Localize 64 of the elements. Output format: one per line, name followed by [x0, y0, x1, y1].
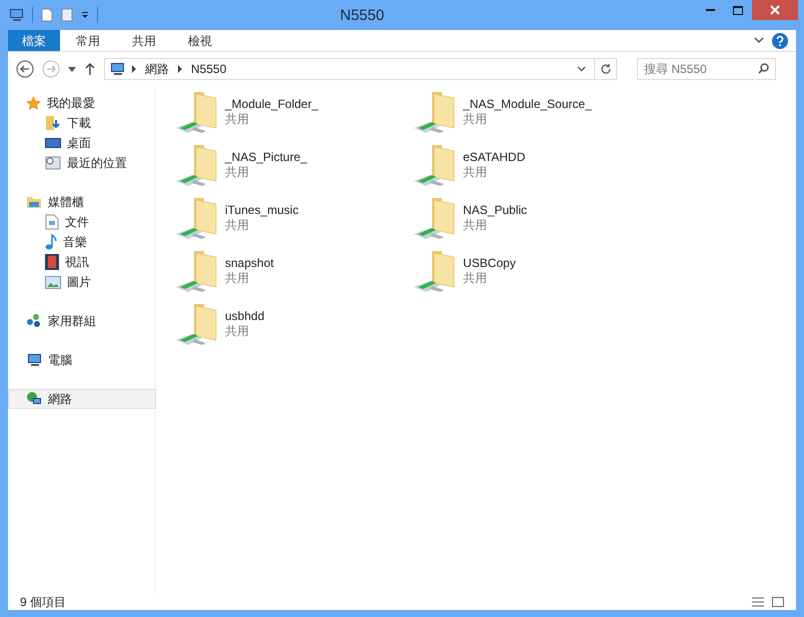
dropdown-icon[interactable] — [68, 66, 76, 72]
search-field[interactable]: 搜尋 N5550 — [637, 58, 776, 80]
back-icon[interactable] — [16, 60, 34, 78]
computer-icon — [26, 353, 42, 367]
nav-item[interactable]: 我的最愛 — [8, 93, 156, 113]
chevron-right-icon[interactable] — [129, 65, 139, 73]
chevron-down-icon[interactable] — [754, 37, 764, 44]
recent-places-icon — [45, 155, 61, 171]
film-icon — [45, 254, 59, 270]
desktop-icon — [45, 137, 61, 149]
nav-item[interactable]: 家用群組 — [8, 311, 156, 331]
shared-folder-item[interactable]: _Module_Folder_ 共用 — [174, 90, 412, 143]
nav-item[interactable]: 網路 — [8, 389, 156, 409]
chevron-right-icon[interactable] — [175, 65, 185, 73]
nav-item[interactable]: 圖片 — [8, 272, 155, 292]
download-folder-icon — [45, 115, 61, 131]
ribbon-tab[interactable]: 檢視 — [172, 30, 228, 51]
window-title: N5550 — [340, 6, 384, 26]
ribbon-tab[interactable]: 共用 — [116, 30, 172, 51]
picture-icon — [45, 276, 61, 288]
nav-item[interactable]: 電腦 — [8, 350, 156, 370]
address-bar[interactable]: 網路 N5550 — [104, 58, 617, 80]
refresh-icon — [600, 63, 612, 75]
folder-icon[interactable] — [61, 8, 73, 22]
computer-icon[interactable] — [8, 8, 24, 22]
status-text: 9 個項目 — [20, 594, 66, 611]
homegroup-icon — [26, 313, 42, 329]
close-icon — [770, 5, 780, 15]
breadcrumb-link[interactable]: N5550 — [189, 60, 228, 78]
search-icon[interactable] — [758, 63, 769, 74]
shared-folder-item[interactable]: eSATAHDD 共用 — [412, 143, 650, 196]
nav-item[interactable]: 視訊 — [8, 252, 155, 272]
shared-folder-item[interactable]: _NAS_Module_Source_ 共用 — [412, 90, 650, 143]
up-arrow-icon[interactable] — [84, 62, 96, 76]
chevron-down-icon[interactable] — [577, 66, 586, 72]
document-icon — [45, 214, 59, 230]
shared-folder-item[interactable]: usbhdd 共用 — [174, 302, 412, 355]
shared-folder-item[interactable]: NAS_Public 共用 — [412, 196, 650, 249]
large-icons-view-icon[interactable] — [772, 597, 784, 607]
dropdown-icon[interactable] — [81, 11, 89, 19]
nav-item[interactable]: 下載 — [8, 113, 155, 133]
shared-folder-item[interactable]: snapshot 共用 — [174, 249, 412, 302]
ribbon-tab[interactable]: 常用 — [60, 30, 116, 51]
maximize-icon — [733, 6, 743, 14]
library-icon — [26, 195, 42, 209]
network-icon — [26, 391, 42, 407]
document-icon[interactable] — [41, 8, 53, 22]
breadcrumb-link[interactable]: 網路 — [143, 60, 171, 78]
nav-item[interactable]: 文件 — [8, 212, 155, 232]
close-button[interactable] — [752, 0, 798, 20]
computer-icon — [109, 62, 125, 76]
help-icon[interactable] — [772, 32, 788, 48]
nav-item[interactable]: 最近的位置 — [8, 153, 155, 173]
minimize-icon — [706, 8, 714, 12]
nav-item[interactable]: 音樂 — [8, 232, 155, 252]
file-tab[interactable]: 檔案 — [8, 30, 60, 51]
shared-folder-item[interactable]: iTunes_music 共用 — [174, 196, 412, 249]
nav-item[interactable]: 媒體櫃 — [8, 192, 156, 212]
shared-folder-item[interactable]: _NAS_Picture_ 共用 — [174, 143, 412, 196]
details-view-icon[interactable] — [752, 597, 764, 607]
shared-folder-item[interactable]: USBCopy 共用 — [412, 249, 650, 302]
nav-item[interactable]: 桌面 — [8, 133, 155, 153]
music-note-icon — [45, 234, 57, 250]
star-icon — [26, 96, 41, 110]
